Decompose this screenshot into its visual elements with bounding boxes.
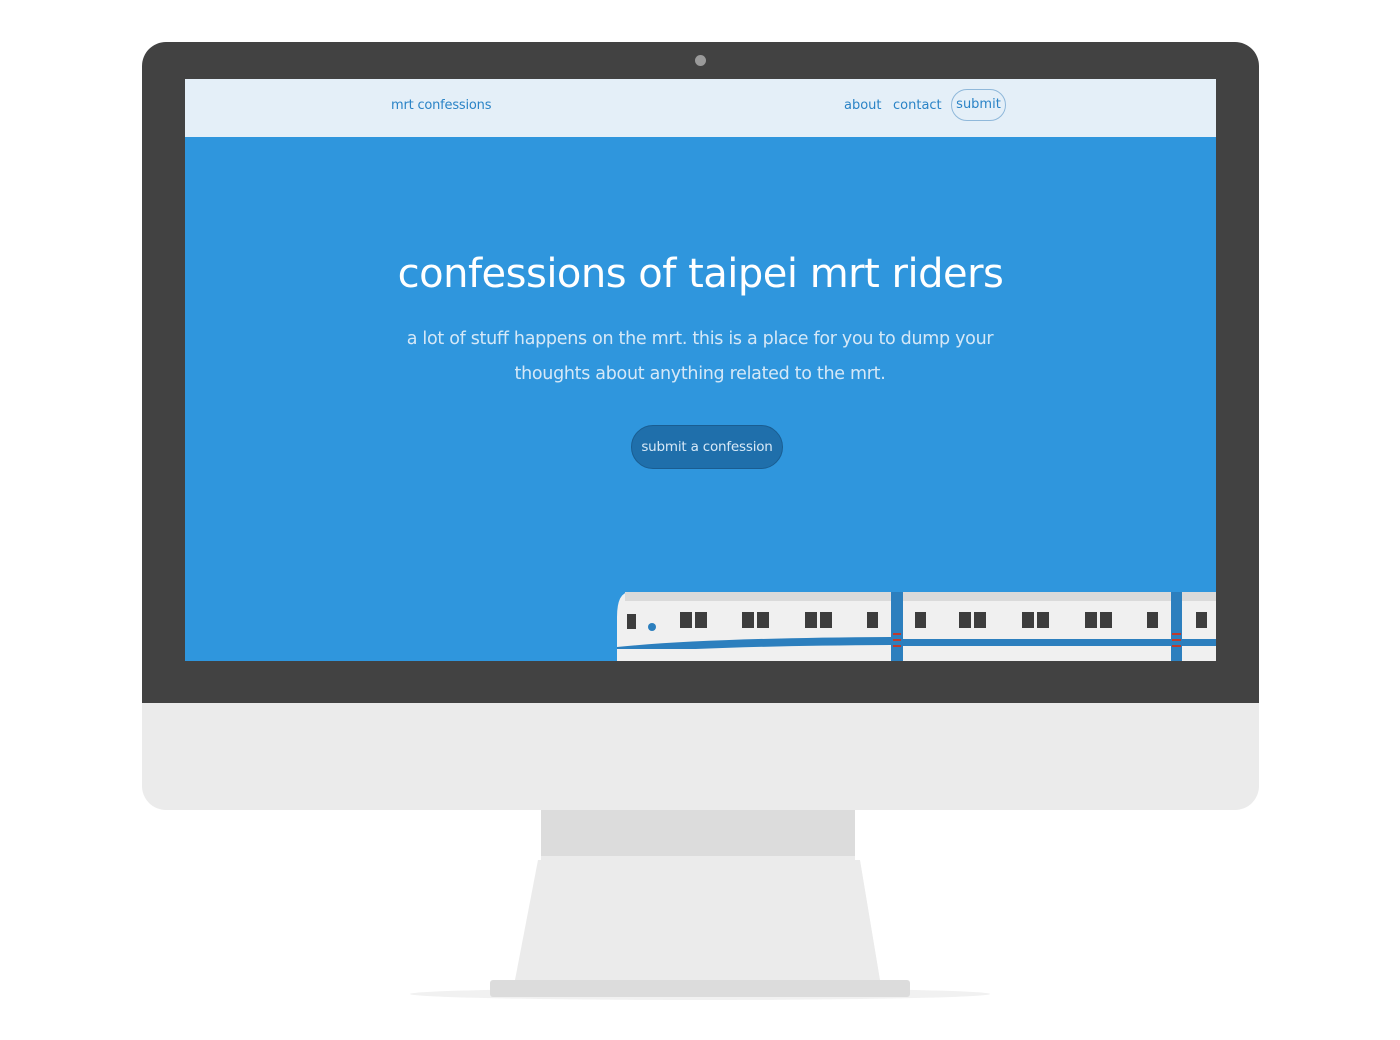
train-car-middle (903, 592, 1171, 661)
train-illustration (617, 592, 1216, 661)
screen: mrt confessions about contact submit con… (185, 79, 1216, 661)
train-car-lead (617, 592, 891, 661)
train-car-tail (1182, 592, 1216, 661)
